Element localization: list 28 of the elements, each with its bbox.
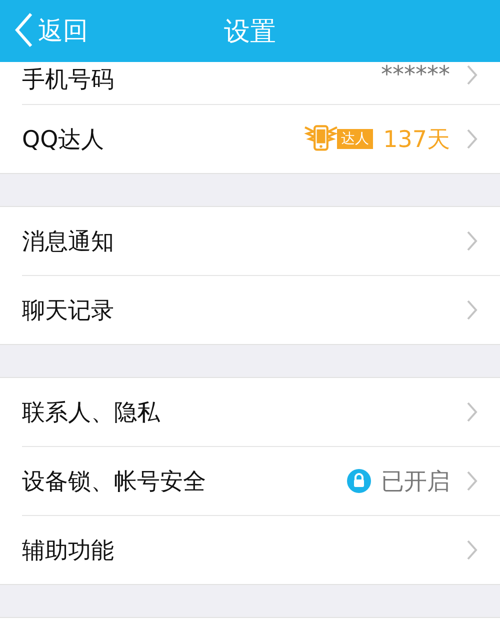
settings-row[interactable]: QQ达人 达人 137天 xyxy=(22,105,500,173)
settings-row[interactable]: 设备锁、帐号安全 已开启 xyxy=(22,447,500,516)
settings-row[interactable]: 辅助功能 xyxy=(22,516,500,584)
chevron-icon xyxy=(466,401,478,423)
lock-icon xyxy=(347,469,371,493)
chevron-icon xyxy=(466,539,478,561)
row-label: 消息通知 xyxy=(22,228,114,256)
row-label: 聊天记录 xyxy=(22,296,114,326)
settings-row[interactable]: 手机号码 ****** xyxy=(22,62,500,105)
chevron-icon xyxy=(466,128,478,150)
screen-title: 设置 xyxy=(224,16,276,48)
chevron-icon xyxy=(466,64,478,86)
chevron-icon xyxy=(466,299,478,321)
row-value: 137天 xyxy=(383,126,450,154)
row-value: 已开启 xyxy=(381,468,450,496)
settings-row[interactable]: 消息通知 xyxy=(22,207,500,276)
settings-row[interactable]: 联系人、隐私 xyxy=(22,378,500,447)
row-label: 手机号码 xyxy=(22,66,114,95)
talent-badge: 达人 xyxy=(302,123,374,155)
settings-row[interactable]: 聊天记录 xyxy=(22,276,500,344)
row-label: 设备锁、帐号安全 xyxy=(22,468,206,496)
row-label: 联系人、隐私 xyxy=(22,398,160,428)
row-label: QQ达人 xyxy=(22,126,104,154)
chevron-icon xyxy=(466,470,478,492)
chevron-icon xyxy=(466,230,478,252)
row-label: 辅助功能 xyxy=(22,536,114,566)
back-icon xyxy=(14,12,34,48)
row-value: ****** xyxy=(381,62,450,88)
